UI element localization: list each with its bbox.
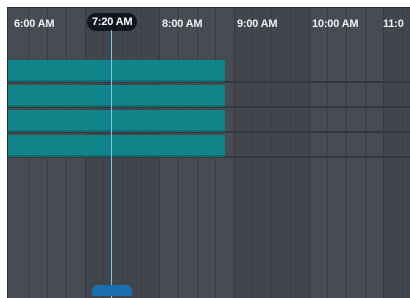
hour-label-11am: 11:0 bbox=[383, 18, 404, 30]
current-time-badge[interactable]: 7:20 AM bbox=[87, 13, 138, 31]
slot-line bbox=[365, 8, 366, 298]
slot-line bbox=[346, 8, 347, 298]
hour-label-10am: 10:00 AM bbox=[312, 18, 359, 30]
hour-band bbox=[383, 8, 410, 298]
hour-line bbox=[383, 8, 384, 298]
slot-line bbox=[271, 8, 272, 298]
hour-line bbox=[309, 8, 310, 298]
hour-label-6am: 6:00 AM bbox=[14, 18, 55, 30]
time-scrubber-handle[interactable] bbox=[92, 285, 132, 296]
event-bar[interactable] bbox=[8, 85, 225, 107]
hour-label-9am: 9:00 AM bbox=[237, 18, 278, 30]
event-bar[interactable] bbox=[8, 135, 225, 157]
slot-line bbox=[327, 8, 328, 298]
event-bar[interactable] bbox=[8, 110, 225, 132]
event-bar[interactable] bbox=[8, 60, 225, 82]
hour-label-8am: 8:00 AM bbox=[162, 18, 203, 30]
hour-line bbox=[234, 8, 235, 298]
slot-line bbox=[252, 8, 253, 298]
slot-line bbox=[402, 8, 403, 298]
timeline-view[interactable]: 6:00 AM 7:20 AM 8:00 AM 9:00 AM 10:00 AM… bbox=[7, 7, 410, 298]
current-time-line bbox=[111, 30, 112, 298]
slot-line bbox=[290, 8, 291, 298]
